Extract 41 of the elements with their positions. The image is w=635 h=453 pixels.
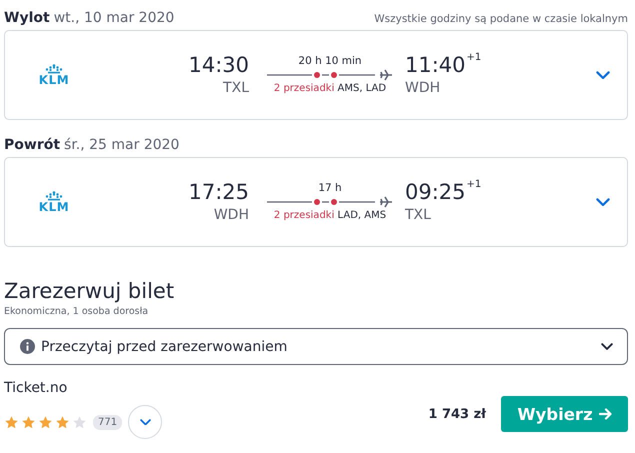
- arrival-time: 09:25: [405, 179, 466, 205]
- star-icon: [21, 414, 36, 430]
- departure-airport: TXL: [223, 79, 249, 98]
- star-icon: [72, 414, 87, 430]
- info-dropdown[interactable]: Przeczytaj przed zarezerwowaniem: [4, 328, 628, 365]
- star-icon: [38, 414, 53, 430]
- star-icon: [4, 414, 19, 430]
- leg-date: śr., 25 mar 2020: [64, 137, 180, 153]
- arrow-right-icon: [598, 408, 612, 420]
- departure-airport: WDH: [214, 206, 249, 225]
- day-offset: +1: [466, 179, 482, 190]
- expand-button[interactable]: [128, 405, 162, 439]
- stopover-airports: LAD, AMS: [338, 210, 386, 221]
- leg-label: Powrót: [4, 137, 60, 153]
- review-count: 771: [93, 414, 122, 430]
- leg-date: wt., 10 mar 2020: [54, 10, 174, 26]
- stops-count: 2 przesiadki: [274, 83, 334, 94]
- airline-logo: KLM: [38, 201, 70, 213]
- chevron-down-icon: [601, 343, 613, 350]
- arrival-airport: WDH: [405, 79, 440, 98]
- departure-time: 17:25: [188, 179, 249, 205]
- timezone-note: Wszystkie godziny są podane w czasie lokalnym: [374, 13, 628, 25]
- info-icon: [20, 339, 35, 354]
- price: 1 743 zł: [428, 406, 486, 422]
- provider-name: Ticket.no: [4, 379, 68, 397]
- stops-count: 2 przesiadki: [274, 210, 334, 221]
- crown-icon: [45, 191, 63, 201]
- star-icon: [55, 414, 70, 430]
- day-offset: +1: [466, 52, 482, 63]
- fare-details: Ekonomiczna, 1 osoba dorosła: [4, 306, 150, 318]
- flight-duration: 20 h 10 min: [298, 54, 362, 68]
- departure-time: 14:30: [188, 52, 249, 78]
- chevron-down-icon: [140, 418, 151, 426]
- leg-label: Wylot: [4, 10, 50, 26]
- arrival-airport: TXL: [405, 206, 431, 225]
- crown-icon: [45, 64, 63, 74]
- section-title: Zarezerwuj bilet: [4, 278, 176, 305]
- flight-duration: 17 h: [318, 181, 342, 195]
- stopover-airports: AMS, LAD: [338, 83, 386, 94]
- arrival-time: 11:40: [405, 52, 466, 78]
- airline-logo: KLM: [38, 74, 70, 86]
